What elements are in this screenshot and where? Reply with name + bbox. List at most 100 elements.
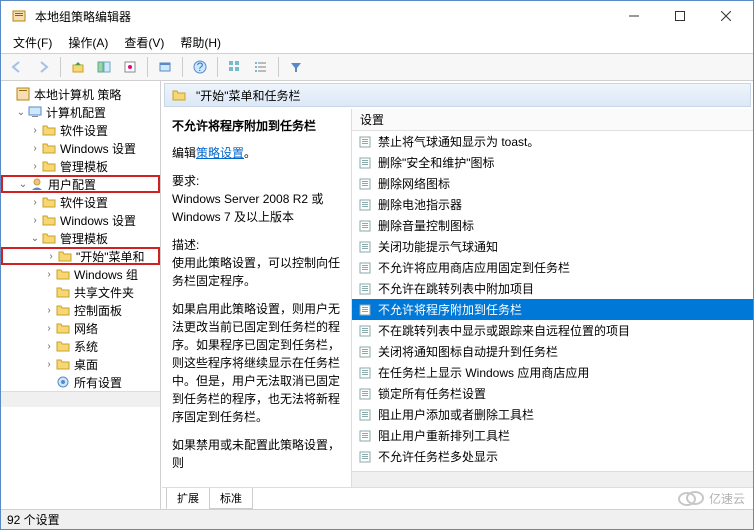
tree-start-menu[interactable]: ›"开始"菜单和 [1, 247, 160, 265]
list-button[interactable] [249, 56, 273, 78]
back-button[interactable] [5, 56, 29, 78]
expand-icon[interactable]: › [43, 269, 55, 280]
tree-label: 管理模板 [60, 230, 108, 247]
show-hide-tree-button[interactable] [92, 56, 116, 78]
tree-label: 本地计算机 策略 [34, 86, 121, 103]
folder-icon [41, 194, 57, 210]
tree-item[interactable]: › Windows 组 [1, 265, 160, 283]
edit-policy-link[interactable]: 策略设置 [196, 146, 244, 160]
maximize-button[interactable] [657, 1, 703, 31]
main-area: 本地计算机 策略 ⌄计算机配置 ›软件设置 ›Windows 设置 ›管理模板 … [1, 81, 753, 509]
tree-item[interactable]: ›Windows 设置 [1, 211, 160, 229]
setting-row[interactable]: 阻止用户添加或者删除工具栏 [352, 404, 753, 425]
tree-user-config[interactable]: ⌄ 用户配置 [1, 175, 160, 193]
setting-row[interactable]: 不允许在跳转列表中附加项目 [352, 278, 753, 299]
export-button[interactable] [118, 56, 142, 78]
expand-icon[interactable]: › [43, 341, 55, 352]
folder-icon [55, 284, 71, 300]
up-button[interactable] [66, 56, 90, 78]
tree-root[interactable]: 本地计算机 策略 [1, 85, 160, 103]
expand-icon[interactable]: › [29, 161, 41, 172]
setting-row[interactable]: 不允许任务栏多处显示 [352, 446, 753, 467]
tree-item[interactable]: ›管理模板 [1, 157, 160, 175]
setting-row[interactable]: 关闭功能提示气球通知 [352, 236, 753, 257]
description-label: 描述: [172, 238, 199, 252]
tree-all-settings[interactable]: 所有设置 [1, 373, 160, 391]
menu-file[interactable]: 文件(F) [5, 32, 60, 53]
setting-icon [358, 219, 372, 233]
setting-row[interactable]: 不在跳转列表中显示或跟踪来自远程位置的项目 [352, 320, 753, 341]
expand-icon[interactable]: › [29, 215, 41, 226]
menu-help[interactable]: 帮助(H) [172, 32, 229, 53]
expand-icon[interactable]: › [43, 305, 55, 316]
tree-item[interactable]: › 软件设置 [1, 193, 160, 211]
setting-row[interactable]: 关闭将通知图标自动提升到任务栏 [352, 341, 753, 362]
expand-icon[interactable]: › [45, 251, 57, 262]
tree-item[interactable]: ›系统 [1, 337, 160, 355]
collapse-icon[interactable]: ⌄ [17, 179, 29, 190]
setting-row[interactable]: 在任务栏上显示 Windows 应用商店应用 [352, 362, 753, 383]
tab-extended[interactable]: 扩展 [166, 488, 210, 509]
icons-button[interactable] [223, 56, 247, 78]
setting-row[interactable]: 锁定所有任务栏设置 [352, 383, 753, 404]
app-icon [11, 8, 27, 24]
tree-label: 网络 [74, 320, 98, 337]
setting-label: 删除电池指示器 [378, 196, 462, 213]
setting-icon [358, 282, 372, 296]
folder-icon [41, 158, 57, 174]
tree-item[interactable]: ›软件设置 [1, 121, 160, 139]
setting-row[interactable]: 删除网络图标 [352, 173, 753, 194]
settings-list[interactable]: 禁止将气球通知显示为 toast。删除"安全和维护"图标删除网络图标删除电池指示… [352, 131, 753, 471]
expand-icon[interactable]: › [43, 323, 55, 334]
forward-button[interactable] [31, 56, 55, 78]
setting-row[interactable]: 阻止用户重新排列工具栏 [352, 425, 753, 446]
description-text: 使用此策略设置，可以控制向任务栏固定程序。 [172, 256, 340, 288]
list-h-scrollbar[interactable] [352, 471, 753, 487]
tree-item[interactable]: › 网络 [1, 319, 160, 337]
tree-admin-templates[interactable]: ⌄ 管理模板 [1, 229, 160, 247]
tree-label: 用户配置 [48, 176, 96, 193]
setting-label: 不允许任务栏多处显示 [378, 448, 498, 465]
setting-icon [358, 240, 372, 254]
setting-icon [358, 303, 372, 317]
tree-item[interactable]: 共享文件夹 [1, 283, 160, 301]
menu-action[interactable]: 操作(A) [60, 32, 116, 53]
setting-row[interactable]: 删除"安全和维护"图标 [352, 152, 753, 173]
tree-item[interactable]: ›桌面 [1, 355, 160, 373]
tree-pane[interactable]: 本地计算机 策略 ⌄计算机配置 ›软件设置 ›Windows 设置 ›管理模板 … [1, 81, 161, 509]
expand-icon[interactable]: › [29, 197, 41, 208]
statusbar: 92 个设置 [1, 509, 753, 529]
tree-item[interactable]: ›Windows 设置 [1, 139, 160, 157]
minimize-button[interactable] [611, 1, 657, 31]
list-header-setting[interactable]: 设置 [352, 109, 753, 131]
setting-label: 在任务栏上显示 Windows 应用商店应用 [378, 364, 589, 381]
tree-label: 软件设置 [60, 194, 108, 211]
tree-item[interactable]: ›控制面板 [1, 301, 160, 319]
setting-row[interactable]: 禁止将气球通知显示为 toast。 [352, 131, 753, 152]
setting-row[interactable]: 不允许将程序附加到任务栏 [352, 299, 753, 320]
setting-row[interactable]: 不允许将应用商店应用固定到任务栏 [352, 257, 753, 278]
policy-icon [15, 86, 31, 102]
collapse-icon[interactable]: ⌄ [29, 233, 41, 244]
expand-icon[interactable]: › [43, 359, 55, 370]
tree-h-scrollbar[interactable] [1, 391, 160, 407]
folder-icon [171, 87, 187, 103]
close-button[interactable] [703, 1, 749, 31]
tree-label: Windows 组 [74, 266, 138, 283]
help-button[interactable]: ? [188, 56, 212, 78]
setting-row[interactable]: 删除音量控制图标 [352, 215, 753, 236]
filter-button[interactable] [284, 56, 308, 78]
computer-icon [27, 104, 43, 120]
expand-icon[interactable]: › [29, 125, 41, 136]
setting-row[interactable]: 删除电池指示器 [352, 194, 753, 215]
collapse-icon[interactable]: ⌄ [15, 107, 27, 118]
properties-button[interactable] [153, 56, 177, 78]
detail-header: "开始"菜单和任务栏 [164, 83, 751, 107]
setting-icon [358, 135, 372, 149]
watermark: 亿速云 [677, 489, 745, 507]
menu-view[interactable]: 查看(V) [116, 32, 172, 53]
expand-icon[interactable]: › [29, 143, 41, 154]
tab-standard[interactable]: 标准 [209, 488, 253, 509]
tree-computer-config[interactable]: ⌄计算机配置 [1, 103, 160, 121]
watermark-text: 亿速云 [709, 490, 745, 507]
